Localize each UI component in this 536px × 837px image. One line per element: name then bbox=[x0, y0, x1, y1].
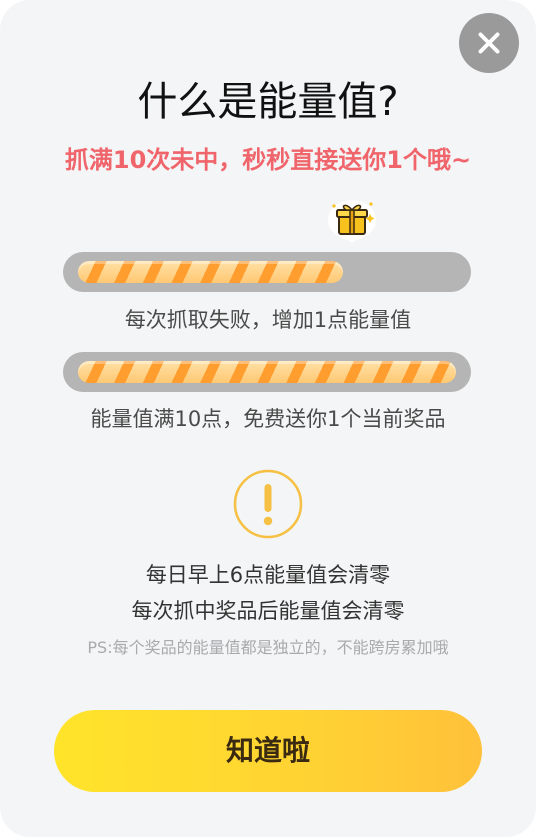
exclamation-icon bbox=[233, 469, 303, 539]
progress-fill bbox=[78, 361, 456, 383]
reset-note-win: 每次抓中奖品后能量值会清零 bbox=[131, 599, 405, 623]
dialog-subtitle: 抓满10次未中，秒秒直接送你1个哦~ bbox=[64, 146, 472, 174]
progress-caption-full: 能量值满10点，免费送你1个当前奖品 bbox=[90, 407, 446, 431]
dialog-title: 什么是能量值? bbox=[137, 79, 399, 125]
progress-bar-full bbox=[63, 352, 471, 392]
gift-icon bbox=[328, 200, 376, 242]
confirm-button[interactable]: 知道啦 bbox=[54, 710, 482, 792]
progress-caption-failure: 每次抓取失败，增加1点能量值 bbox=[124, 308, 412, 332]
reset-note-morning: 每日早上6点能量值会清零 bbox=[145, 563, 391, 587]
energy-info-dialog: 什么是能量值? 抓满10次未中，秒秒直接送你1个哦~ 每次抓取失败，增加1点能量… bbox=[0, 0, 536, 837]
close-icon[interactable] bbox=[459, 13, 519, 73]
progress-fill bbox=[78, 261, 343, 283]
ps-note: PS:每个奖品的能量值都是独立的，不能跨房累加哦 bbox=[87, 638, 449, 657]
progress-bar-failure bbox=[63, 252, 471, 292]
